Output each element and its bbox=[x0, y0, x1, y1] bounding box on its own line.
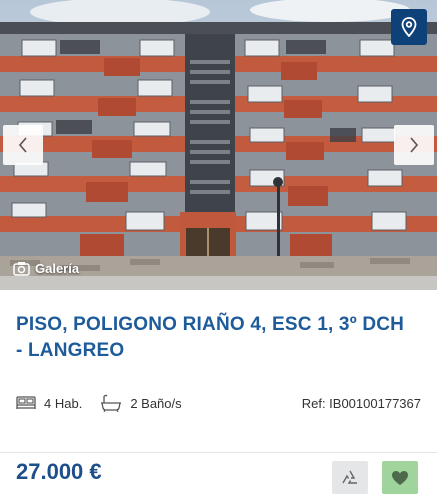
property-photo[interactable]: Galería bbox=[0, 0, 437, 290]
property-card: Galería PISO, POLIGONO RIAÑO 4, ESC 1, 3… bbox=[0, 0, 437, 495]
previous-photo-button[interactable] bbox=[3, 125, 43, 165]
map-pin-icon bbox=[401, 17, 417, 37]
divider bbox=[0, 452, 437, 453]
baths-feature: 2 Baño/s bbox=[100, 394, 182, 412]
bathtub-icon bbox=[101, 394, 122, 412]
listing-title[interactable]: PISO, POLIGONO RIAÑO 4, ESC 1, 3º DCH - … bbox=[16, 312, 416, 364]
baths-label: 2 Baño/s bbox=[130, 395, 182, 411]
recycle-icon bbox=[342, 470, 357, 484]
share-button[interactable] bbox=[332, 461, 368, 494]
chevron-left-icon bbox=[18, 137, 27, 153]
reference-code: Ref: IB00100177367 bbox=[301, 395, 421, 411]
price: 27.000 € bbox=[16, 459, 102, 484]
bed-icon bbox=[16, 396, 36, 409]
rooms-label: 4 Hab. bbox=[44, 395, 83, 411]
map-location-button[interactable] bbox=[391, 9, 427, 45]
heart-icon bbox=[392, 470, 408, 485]
gallery-label: Galería bbox=[35, 261, 80, 276]
camera-icon bbox=[13, 262, 30, 276]
rooms-feature: 4 Hab. bbox=[16, 396, 82, 411]
next-photo-button[interactable] bbox=[394, 125, 434, 165]
favorite-button[interactable] bbox=[382, 461, 418, 494]
chevron-right-icon bbox=[410, 137, 419, 153]
gallery-link[interactable]: Galería bbox=[13, 261, 79, 276]
listing-features: 4 Hab. 2 Baño/s Ref: IB00100177367 bbox=[16, 393, 421, 413]
